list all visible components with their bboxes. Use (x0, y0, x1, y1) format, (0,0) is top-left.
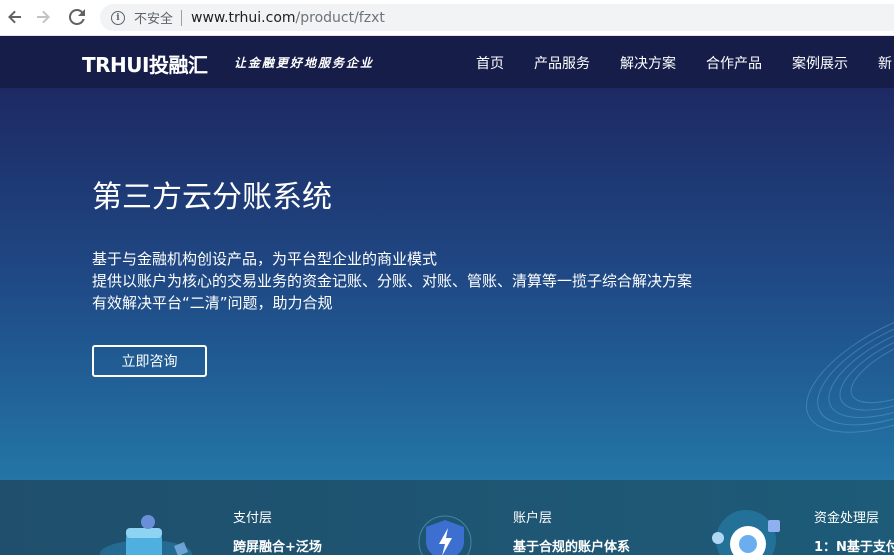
menu-item-products[interactable]: 产品服务 (534, 53, 590, 73)
payment-layer-icon (100, 515, 192, 555)
security-label[interactable]: 不安全 (134, 8, 173, 27)
layer-title: 资金处理层 (814, 511, 880, 526)
forward-arrow-icon[interactable] (32, 6, 54, 28)
swirl-decoration-icon (805, 303, 894, 433)
divider (181, 9, 183, 26)
consult-button[interactable]: 立即咨询 (92, 345, 207, 377)
layer-section: 支付层 跨屏融合+泛场 账户层 基于合规的账户体系 资金处理层 1：N基于支付 (0, 480, 894, 555)
hero-desc-line: 提供以账户为核心的交易业务的资金记账、分账、对账、管账、清算等一揽子综合解决方案 (92, 272, 693, 290)
url-text[interactable]: www.trhui.com/product/fzxt (191, 10, 385, 26)
main-menu: 首页 产品服务 解决方案 合作产品 案例展示 新 (0, 53, 894, 73)
layer-subtitle: 1：N基于支付 (814, 540, 894, 555)
menu-item-news[interactable]: 新 (878, 53, 892, 73)
menu-item-partners[interactable]: 合作产品 (706, 53, 762, 73)
menu-item-home[interactable]: 首页 (476, 53, 504, 73)
site-header: TRHUI投融汇 让金融更好地服务企业 首页 产品服务 解决方案 合作产品 案例… (0, 36, 894, 88)
layer-subtitle: 跨屏融合+泛场 (233, 540, 322, 555)
address-bar[interactable]: i 不安全 www.trhui.com/product/fzxt (100, 4, 894, 31)
globe-lock-icon (712, 510, 780, 555)
url-path: /product/fzxt (295, 9, 385, 26)
url-host: www.trhui.com (191, 9, 296, 26)
layer-title: 支付层 (233, 511, 273, 526)
hero-desc-line: 基于与金融机构创设产品，为平台型企业的商业模式 (92, 250, 438, 268)
layer-title: 账户层 (513, 511, 553, 526)
hero-description: 基于与金融机构创设产品，为平台型企业的商业模式 提供以账户为核心的交易业务的资金… (92, 248, 692, 314)
hero-desc-line: 有效解决平台“二清”问题，助力合规 (92, 294, 333, 312)
hero-banner: 第三方云分账系统 基于与金融机构创设产品，为平台型企业的商业模式 提供以账户为核… (0, 88, 894, 480)
menu-item-cases[interactable]: 案例展示 (792, 53, 848, 73)
browser-toolbar: i 不安全 www.trhui.com/product/fzxt (0, 0, 894, 36)
hero-title: 第三方云分账系统 (92, 180, 332, 215)
back-arrow-icon[interactable] (4, 6, 26, 28)
layer-subtitle: 基于合规的账户体系 (513, 540, 631, 555)
menu-item-solutions[interactable]: 解决方案 (620, 53, 676, 73)
shield-lightning-icon (418, 515, 472, 555)
reload-icon[interactable] (66, 6, 88, 28)
info-icon[interactable]: i (111, 10, 125, 25)
